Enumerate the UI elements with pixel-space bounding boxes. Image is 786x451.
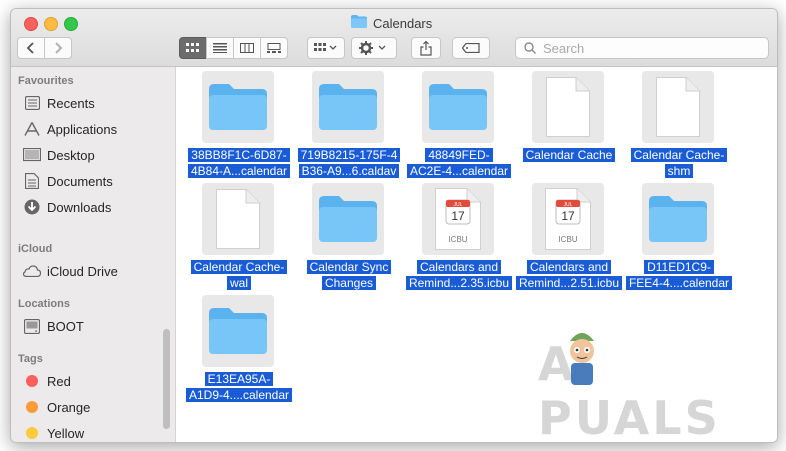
sidebar-item-label: Recents	[47, 95, 95, 111]
window-title: Calendars	[351, 15, 432, 31]
yellow-tag-dot-icon	[26, 427, 38, 439]
file-label: E13EA95A- A1D9-4....calendar	[184, 371, 294, 403]
sidebar-item-label: Downloads	[47, 199, 112, 215]
favourites-header: Favourites	[18, 75, 74, 87]
share-button[interactable]	[411, 37, 441, 59]
folder-icon	[202, 71, 274, 143]
search-input[interactable]	[541, 39, 745, 57]
nav-buttons	[17, 37, 72, 59]
sidebar-item-documents[interactable]: Documents	[23, 171, 113, 191]
window-title-text: Calendars	[373, 15, 433, 31]
sidebar-item-recents[interactable]: Recents	[23, 93, 95, 113]
sidebar-scrollbar[interactable]	[163, 329, 170, 429]
column-view-icon	[240, 43, 254, 53]
tags-header: Tags	[18, 353, 43, 365]
desktop-icon	[23, 146, 41, 164]
sidebar-item-label: iCloud Drive	[47, 263, 118, 279]
mascot-logo-icon	[562, 327, 602, 396]
file-label: 719B8215-175F-4 B36-A9...6.caldav	[294, 147, 404, 179]
svg-text:ICBU: ICBU	[558, 235, 577, 244]
folder-icon	[312, 183, 384, 255]
file-label: 48849FED- AC2E-4...calendar	[404, 147, 514, 179]
calendar-file-icon: JUL 17 ICBU	[532, 183, 604, 255]
sidebar-item-label: Applications	[47, 121, 118, 137]
sidebar-item-label: Red	[47, 373, 71, 389]
sidebar-item-icloud-drive[interactable]: iCloud Drive	[23, 261, 118, 281]
close-button[interactable]	[24, 17, 38, 31]
group-by-button[interactable]	[307, 37, 345, 59]
folder-icon	[351, 15, 367, 31]
cloud-icon	[23, 262, 41, 280]
file-label: Calendars and Remind...2.35.icbu	[404, 259, 514, 291]
folder-icon	[642, 183, 714, 255]
file-label: Calendar Cache-shm	[624, 147, 734, 179]
document-icon	[642, 71, 714, 143]
file-label: Calendars and Remind...2.51.icbu	[514, 259, 624, 291]
file-label: Calendar Cache-wal	[184, 259, 294, 291]
sidebar-item-label: BOOT	[47, 318, 84, 334]
document-icon	[202, 183, 274, 255]
chevron-right-icon	[55, 42, 63, 54]
sidebar-item-tag-yellow[interactable]: Yellow	[23, 423, 85, 442]
sidebar-item-downloads[interactable]: Downloads	[23, 197, 111, 217]
folder-icon	[422, 71, 494, 143]
calendar-file-icon: JUL 17 ICBU	[422, 183, 494, 255]
folder-icon	[312, 71, 384, 143]
sidebar-item-label: Documents	[47, 173, 113, 189]
search-icon	[524, 42, 536, 54]
svg-text:ICBU: ICBU	[448, 235, 467, 244]
sidebar-item-label: Yellow	[47, 425, 85, 441]
svg-text:17: 17	[561, 209, 575, 223]
sidebar-item-tag-orange[interactable]: Orange	[23, 397, 90, 417]
finder-window: Calendars Search Favourites Recents Appl…	[10, 8, 778, 443]
folder-icon	[202, 295, 274, 367]
orange-tag-dot-icon	[26, 401, 38, 413]
icon-view-icon	[186, 43, 199, 52]
icloud-header: iCloud	[18, 243, 53, 255]
sidebar-item-desktop[interactable]: Desktop	[23, 145, 95, 165]
file-grid: 38BB8F1C-6D87- 4B84-A...calendar 719B8215…	[176, 67, 777, 442]
applications-icon	[23, 120, 41, 138]
file-label: 38BB8F1C-6D87- 4B84-A...calendar	[184, 147, 294, 179]
share-icon	[420, 40, 432, 56]
back-button[interactable]	[17, 37, 45, 59]
sidebar-item-tag-red[interactable]: Red	[23, 371, 71, 391]
list-view-icon	[213, 43, 227, 53]
downloads-icon	[23, 198, 41, 216]
svg-text:JUL: JUL	[564, 202, 573, 208]
tag-icon	[462, 43, 480, 53]
action-menu-button[interactable]	[351, 37, 397, 59]
documents-icon	[23, 172, 41, 190]
sidebar: Favourites Recents Applications Desktop …	[11, 67, 176, 442]
svg-text:JUL: JUL	[454, 202, 463, 208]
sidebar-item-boot[interactable]: BOOT	[23, 316, 84, 336]
gallery-view-button[interactable]	[260, 37, 288, 59]
zoom-button[interactable]	[64, 17, 78, 31]
list-view-button[interactable]	[206, 37, 234, 59]
recents-icon	[23, 94, 41, 112]
file-label: Calendar Sync Changes	[294, 259, 404, 291]
disk-icon	[23, 317, 41, 335]
red-tag-dot-icon	[26, 375, 38, 387]
minimize-button[interactable]	[44, 17, 58, 31]
sidebar-item-label: Orange	[47, 399, 91, 415]
gallery-view-icon	[267, 43, 281, 53]
sidebar-item-label: Desktop	[47, 147, 95, 163]
grid-group-icon	[314, 43, 337, 51]
chevron-left-icon	[26, 42, 34, 54]
view-mode-control	[179, 37, 288, 59]
tag-button[interactable]	[452, 37, 490, 59]
file-label: D11ED1C9- FEE4-4....calendar	[624, 259, 734, 291]
search-field[interactable]	[515, 37, 769, 59]
locations-header: Locations	[18, 298, 70, 310]
file-label: Calendar Cache	[514, 147, 624, 163]
column-view-button[interactable]	[233, 37, 261, 59]
document-icon	[532, 71, 604, 143]
toolbar: Calendars	[11, 9, 777, 67]
forward-button[interactable]	[44, 37, 72, 59]
icon-view-button[interactable]	[179, 37, 207, 59]
sidebar-item-applications[interactable]: Applications	[23, 119, 117, 139]
svg-text:17: 17	[451, 209, 465, 223]
gear-icon	[359, 41, 386, 55]
